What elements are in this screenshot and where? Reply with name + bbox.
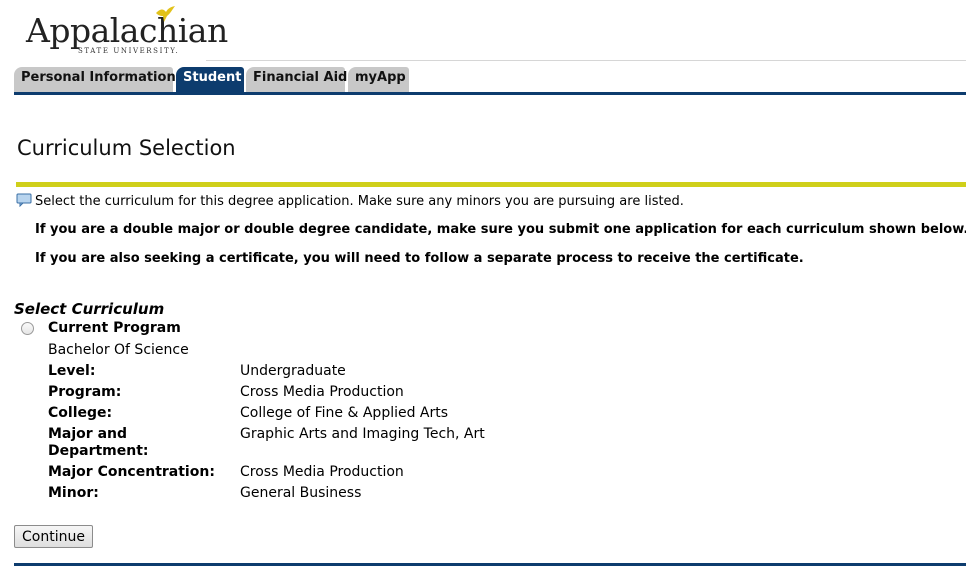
bird-icon [156,6,175,22]
degree-name: Bachelor Of Science [48,342,189,358]
major-concentration-value: Cross Media Production [240,464,404,480]
minor-label: Minor: [48,485,99,501]
major-concentration-label: Major Concentration: [48,464,215,480]
info-bubble-icon [16,193,32,207]
page-title: Curriculum Selection [17,136,236,160]
tab-student[interactable]: Student [176,67,244,92]
certificate-note: If you are also seeking a certificate, y… [35,251,804,266]
program-heading: Current Program [48,320,181,336]
info-text: Select the curriculum for this degree ap… [35,194,684,209]
tab-myapp[interactable]: myApp [348,67,409,92]
college-value: College of Fine & Applied Arts [240,405,449,421]
level-value: Undergraduate [240,363,346,379]
program-label: Program: [48,384,122,400]
select-curriculum-label: Select Curriculum [14,300,165,318]
level-label: Level: [48,363,96,379]
major-department-value: Graphic Arts and Imaging Tech, Art [240,426,485,442]
program-value: Cross Media Production [240,384,404,400]
university-logo: Appalachian STATE UNIVERSITY. [24,6,228,60]
tab-underline-bar [14,92,966,95]
double-major-note: If you are a double major or double degr… [35,222,966,237]
logo-subtitle: STATE UNIVERSITY. [78,47,180,55]
title-divider [16,182,966,187]
college-label: College: [48,405,113,421]
tab-financial-aid[interactable]: Financial Aid [246,67,347,92]
major-department-label: Major and Department: [48,426,149,459]
footer-divider [14,563,966,566]
continue-button[interactable]: Continue [14,525,93,548]
minor-value: General Business [240,485,362,501]
header-divider [206,60,966,61]
tab-personal-information[interactable]: Personal Information [14,67,176,92]
logo-wordmark: Appalachian [26,11,228,50]
current-program-radio[interactable] [21,322,34,335]
